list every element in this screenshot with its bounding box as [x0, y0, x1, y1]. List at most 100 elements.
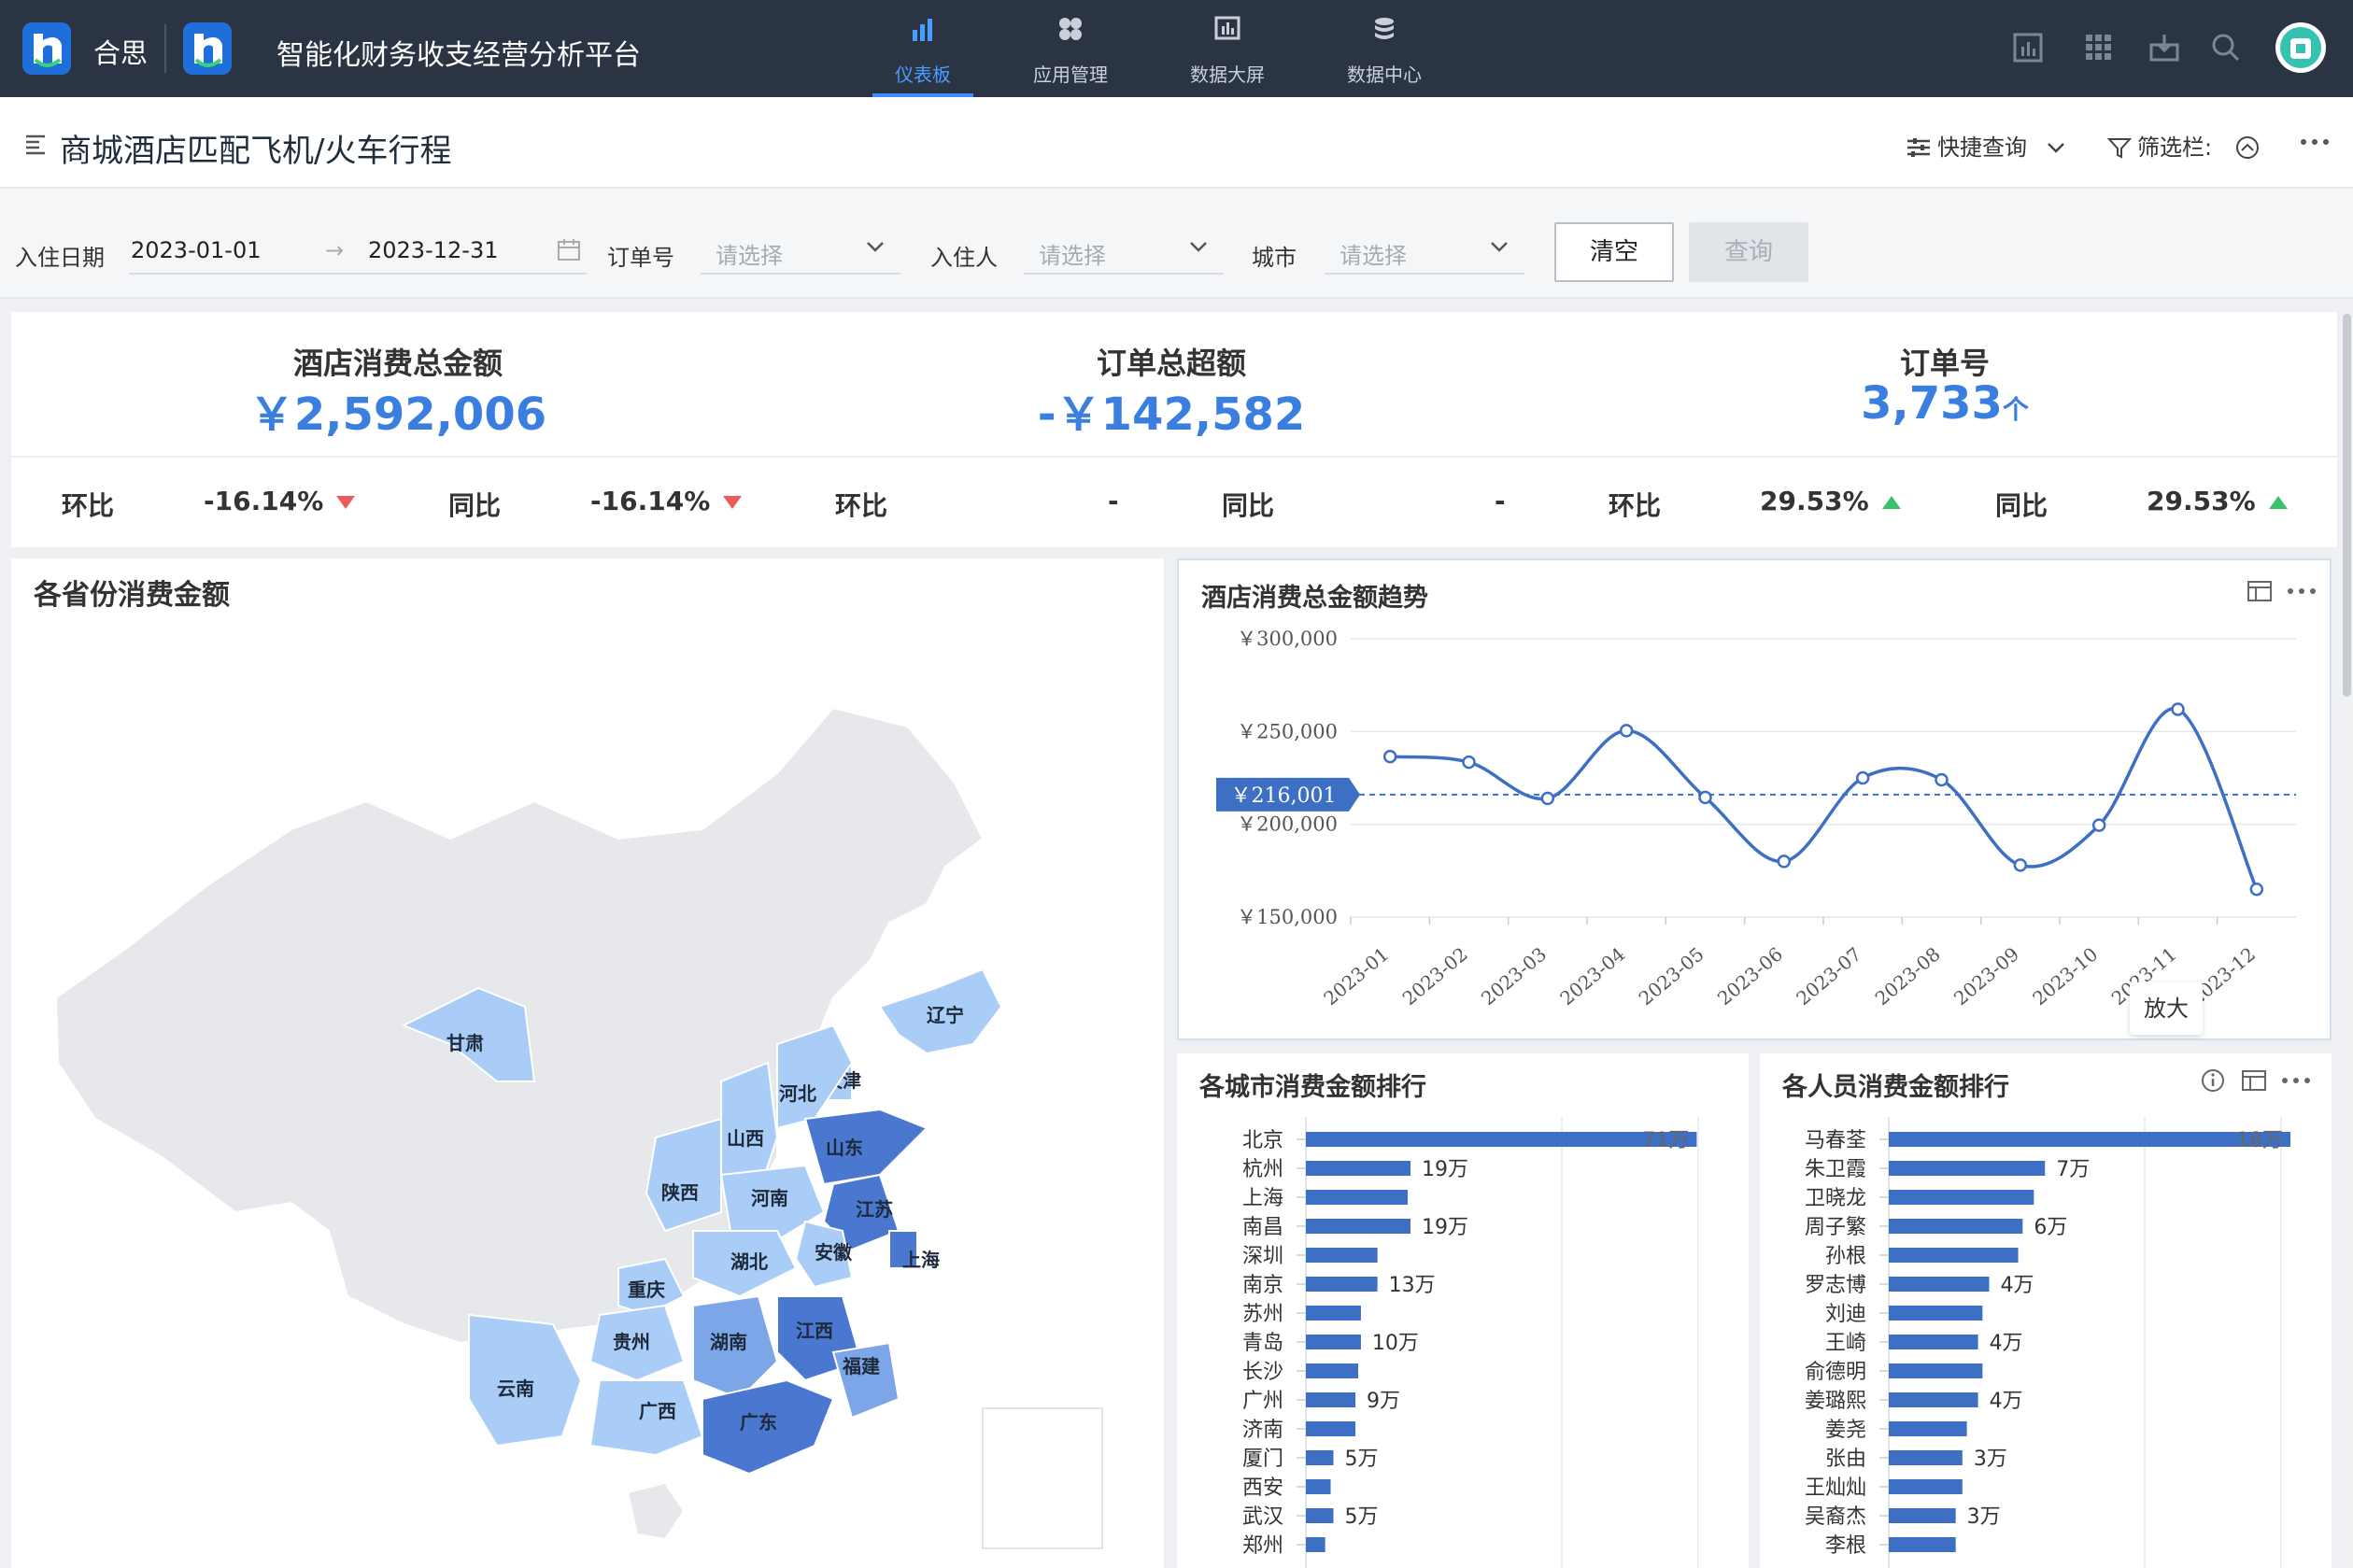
category-label: 济南 [1242, 1419, 1283, 1442]
query-button[interactable]: 查询 [1689, 222, 1808, 282]
province-shape[interactable] [803, 1108, 928, 1186]
trend-up-icon [2268, 496, 2288, 509]
tab-data-screen[interactable]: 数据大屏 [1181, 0, 1274, 97]
brand-divider [164, 24, 166, 73]
kpi1-yoy-label: 同比 [448, 490, 502, 521]
brand-logo[interactable] [22, 22, 71, 75]
scrollbar-thumb[interactable] [2343, 314, 2351, 697]
category-label: 长沙 [1242, 1361, 1283, 1384]
province-label: 重庆 [628, 1278, 665, 1301]
category-label: 郑州 [1242, 1534, 1283, 1558]
data-label: 13万 [1389, 1274, 1436, 1297]
data-point [1540, 791, 1555, 806]
category-label: 姜尧 [1825, 1419, 1866, 1442]
province-label: 江苏 [856, 1198, 893, 1221]
bar [1889, 1132, 2291, 1147]
bar [1889, 1335, 1978, 1349]
bar [1889, 1537, 1956, 1552]
bar [1889, 1421, 1967, 1436]
bar [1889, 1161, 2046, 1176]
zoom-tooltip[interactable]: 放大 [2130, 982, 2203, 1035]
kpi2-yoy-label: 同比 [1222, 490, 1275, 521]
menu-icon[interactable] [24, 133, 47, 159]
data-label: 7万 [2056, 1158, 2090, 1181]
data-label: 5万 [1344, 1448, 1378, 1471]
china-map[interactable]: 辽宁天津河北山西甘肃山东陕西 河南 江苏安徽湖北 上海重庆贵州 湖南 江西福建云南广西 广东 [11, 558, 1164, 1568]
kpi3-mom-label: 环比 [1609, 490, 1662, 521]
guest-label: 入住人 [930, 245, 998, 271]
trend-line-chart[interactable]: ￥300,000￥250,000￥200,000￥150,0002023-01 2… [1179, 560, 2333, 1042]
apps-grid-icon[interactable] [2083, 32, 2115, 67]
quick-query-button[interactable]: 快捷查询 [1906, 129, 2066, 162]
y-tick-label: ￥200,000 [1237, 813, 1338, 836]
guest-select[interactable]: 请选择 [1024, 228, 1224, 275]
order-placeholder: 请选择 [716, 243, 783, 269]
category-label: 西安 [1242, 1476, 1283, 1500]
x-tick-label: 2023-02 [1398, 942, 1472, 1010]
province-label: 广西 [639, 1400, 676, 1422]
date-to[interactable]: 2023-12-31 [368, 237, 498, 263]
bar [1889, 1450, 1963, 1465]
province-label: 江西 [796, 1320, 833, 1342]
province-label: 山西 [727, 1127, 764, 1150]
page-title: 商城酒店匹配飞机/火车行程 [60, 133, 452, 170]
person-bar-chart[interactable]: 马春荃 18万朱卫霞 7万卫晓龙周子繁 6万孙根罗志博 4万刘迪王崎 4万俞德明姜璐熙 4万… [1760, 1053, 2332, 1568]
guest-placeholder: 请选择 [1039, 243, 1106, 269]
clear-button[interactable]: 清空 [1554, 222, 1674, 282]
bar [1306, 1421, 1356, 1436]
tab-app-management[interactable]: 应用管理 [1024, 0, 1117, 97]
data-label: 4万 [1990, 1390, 2023, 1413]
x-tick-label: 2023-01 [1319, 942, 1393, 1010]
province-shape[interactable] [831, 1341, 900, 1420]
filter-bar-toggle[interactable]: 筛选栏: [2106, 129, 2261, 162]
order-select[interactable]: 请选择 [701, 228, 900, 275]
bar [1306, 1479, 1331, 1494]
data-label: 9万 [1367, 1390, 1400, 1413]
screen-chart-icon [1213, 15, 1241, 48]
province-label: 辽宁 [927, 1004, 964, 1026]
city-label: 城市 [1252, 245, 1297, 271]
x-tick-label: 2023-08 [1871, 942, 1945, 1010]
kpi1-mom-label: 环比 [62, 490, 115, 521]
database-icon [1370, 15, 1398, 48]
kpi1-yoy-value: -16.14% [590, 486, 743, 516]
bar [1306, 1537, 1325, 1552]
category-label: 南昌 [1242, 1216, 1283, 1239]
province-shape[interactable] [776, 1024, 854, 1130]
kpi3-yoy-value: 29.53% [2147, 486, 2288, 516]
province-label: 河南 [751, 1187, 788, 1209]
search-icon[interactable] [2210, 32, 2242, 67]
tab-data-center[interactable]: 数据中心 [1338, 0, 1431, 97]
more-options-icon[interactable] [2298, 129, 2332, 157]
date-from[interactable]: 2023-01-01 [131, 237, 261, 263]
city-bar-chart[interactable]: 北京 71万杭州 19万上海南昌 19万深圳南京 13万苏州青岛 10万长沙广州 9万济南厦… [1177, 1053, 1749, 1568]
report-icon[interactable] [2012, 32, 2044, 67]
bar [1889, 1190, 2034, 1205]
category-label: 王崎 [1825, 1332, 1866, 1355]
brand-name[interactable]: 合思 [93, 32, 148, 71]
calendar-icon[interactable] [557, 237, 581, 265]
data-point [1855, 770, 1870, 785]
y-tick-label: ￥300,000 [1237, 628, 1338, 650]
city-select[interactable]: 请选择 [1325, 228, 1524, 275]
bar [1306, 1392, 1356, 1407]
user-avatar[interactable] [2275, 22, 2326, 73]
chevron-down-icon [2047, 143, 2064, 153]
x-tick-label: 2023-05 [1635, 942, 1708, 1010]
x-tick-label: 2023-07 [1792, 942, 1865, 1010]
kpi-hotel-total-value: ￥2,592,006 [248, 388, 547, 441]
y-tick-label: ￥150,000 [1237, 906, 1338, 928]
inbox-download-icon[interactable] [2148, 32, 2180, 67]
category-label: 广州 [1242, 1390, 1283, 1413]
category-label: 青岛 [1242, 1332, 1283, 1355]
category-label: 周子繁 [1805, 1216, 1866, 1239]
category-label: 深圳 [1242, 1245, 1283, 1268]
category-label: 南京 [1242, 1274, 1283, 1297]
province-label: 贵州 [613, 1331, 650, 1353]
province-label: 甘肃 [447, 1032, 484, 1054]
app-logo[interactable] [183, 22, 232, 75]
date-range-input[interactable]: 2023-01-01 → 2023-12-31 [129, 228, 587, 275]
trend-chart-card: 酒店消费总金额趋势 ￥300,000 ￥250,000 ￥200,000 ￥150,0… [1177, 558, 2332, 1040]
tab-dashboard[interactable]: 仪表板 [872, 0, 973, 97]
data-point [1935, 772, 1949, 787]
